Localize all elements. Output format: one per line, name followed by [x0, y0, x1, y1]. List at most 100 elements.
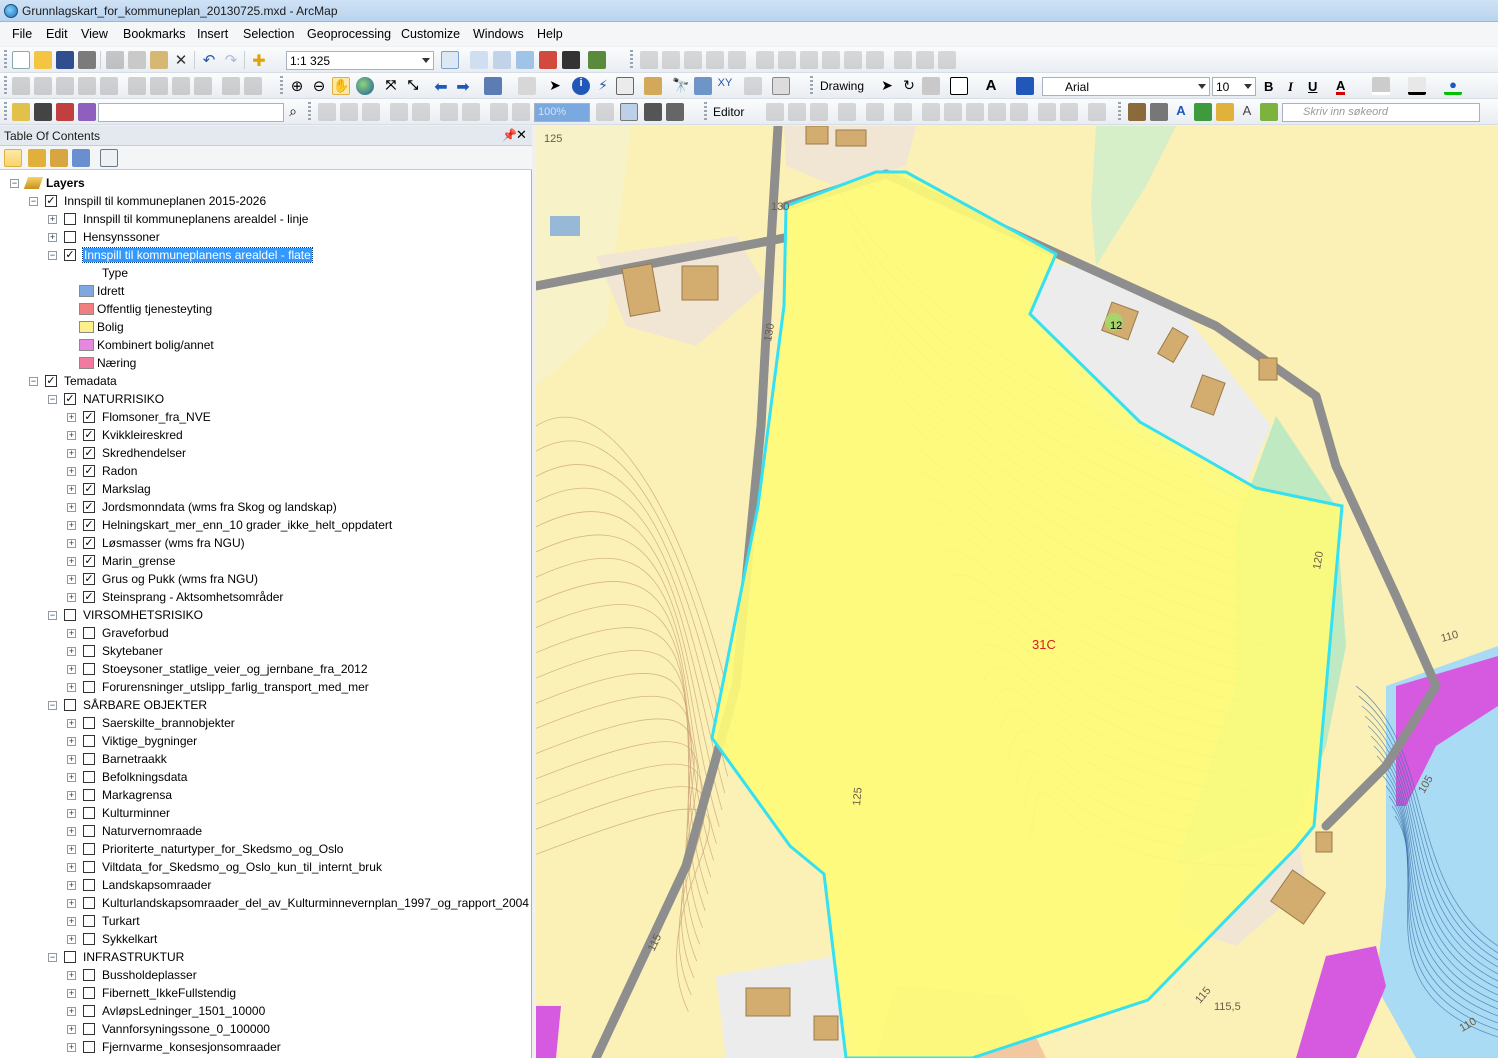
toc-layer-row[interactable]: + ✓ Kvikkleireskred	[0, 426, 520, 444]
menu-help[interactable]: Help	[537, 27, 563, 41]
edit-annotation-icon[interactable]	[788, 103, 806, 121]
toc-layer-row[interactable]: − SÅRBARE OBJEKTER	[0, 696, 520, 714]
list-by-selection-icon[interactable]	[72, 149, 90, 167]
toc-layer-row[interactable]: + Naturvernomraade	[0, 822, 520, 840]
drawing-menu-button[interactable]: Drawing	[820, 79, 864, 93]
zoom-whole-page-icon[interactable]	[390, 103, 408, 121]
toc-layer-row[interactable]: + Skytebaner	[0, 642, 520, 660]
toc-layer-row[interactable]: + ✓ Steinsprang - Aktsomhetsområder	[0, 588, 520, 606]
rotate-element-icon[interactable]: ↻	[900, 77, 918, 95]
expand-icon[interactable]: +	[67, 485, 76, 494]
close-icon[interactable]: ✕	[516, 127, 527, 143]
collapse-icon[interactable]: −	[10, 179, 19, 188]
pencil-icon[interactable]	[56, 103, 74, 121]
pin-icon[interactable]: 📌	[502, 128, 517, 142]
visibility-checkbox[interactable]	[64, 699, 76, 711]
visibility-checkbox[interactable]: ✓	[83, 519, 95, 531]
toc-layer-row[interactable]: + Fibernett_IkkeFullstendig	[0, 984, 520, 1002]
expand-icon[interactable]: +	[67, 665, 76, 674]
visibility-checkbox[interactable]: ✓	[83, 447, 95, 459]
create-features-icon[interactable]	[1060, 103, 1078, 121]
expand-icon[interactable]: +	[67, 467, 76, 476]
expand-icon[interactable]: +	[48, 233, 57, 242]
menu-insert[interactable]: Insert	[197, 27, 228, 41]
toc-layer-row[interactable]: − ✓ Innspill til kommuneplanens arealdel -…	[0, 246, 520, 264]
marker-color-icon[interactable]: ●	[1444, 77, 1462, 95]
menu-file[interactable]: File	[12, 27, 32, 41]
html-popup-icon[interactable]	[616, 77, 634, 95]
visibility-checkbox[interactable]	[83, 1023, 95, 1035]
toc-layer-row[interactable]: + Fjernvarme_konsesjonsomraader	[0, 1038, 520, 1056]
add-data-icon[interactable]: ✚	[250, 51, 268, 70]
format-icon[interactable]: A	[1238, 103, 1256, 121]
list-by-source-icon[interactable]	[28, 149, 46, 167]
layout-zoom-out-icon[interactable]	[340, 103, 358, 121]
visibility-checkbox[interactable]	[83, 861, 95, 873]
visibility-checkbox[interactable]	[83, 825, 95, 837]
edit-vertices-editor-icon[interactable]	[894, 103, 912, 121]
collapse-icon[interactable]: −	[29, 197, 38, 206]
zoom-to-selected-elements-icon[interactable]	[922, 77, 940, 95]
data-driven-pages-icon[interactable]	[666, 103, 684, 121]
smooth-icon[interactable]	[916, 51, 934, 69]
split-icon[interactable]	[706, 51, 724, 69]
edit-vertices-drawing-icon[interactable]	[1016, 77, 1034, 95]
attributes-editor-icon[interactable]	[1010, 103, 1028, 121]
text-tool-icon[interactable]: A	[1172, 103, 1190, 121]
split-tool-icon[interactable]	[966, 103, 984, 121]
visibility-checkbox[interactable]	[83, 1005, 95, 1017]
end-icon[interactable]	[194, 77, 212, 95]
menu-geoprocessing[interactable]: Geoprocessing	[307, 27, 391, 41]
generalize-icon[interactable]	[894, 51, 912, 69]
modelbuilder-icon[interactable]	[588, 51, 606, 69]
toc-layer-row[interactable]: + Markagrensa	[0, 786, 520, 804]
legend-item[interactable]: Næring	[0, 354, 520, 372]
expand-icon[interactable]: +	[67, 557, 76, 566]
expand-icon[interactable]: +	[67, 503, 76, 512]
visibility-checkbox[interactable]	[64, 231, 76, 243]
toc-layer-row[interactable]: + Hensynssoner	[0, 228, 520, 246]
visibility-checkbox[interactable]	[83, 735, 95, 747]
search-keyword-field[interactable]: Skriv inn søkeord	[1282, 103, 1480, 122]
zoom-100-icon[interactable]	[412, 103, 430, 121]
toc-layer-row[interactable]: + Viktige_bygninger	[0, 732, 520, 750]
sketch-props-icon[interactable]	[1038, 103, 1056, 121]
geodatabase-icon[interactable]	[34, 103, 52, 121]
arctoolbox-icon[interactable]	[539, 51, 557, 69]
cut-polygon-icon[interactable]	[684, 51, 702, 69]
collapse-icon[interactable]: −	[29, 377, 38, 386]
cut-icon[interactable]	[106, 51, 124, 69]
expand-icon[interactable]: +	[67, 863, 76, 872]
layout-zoom-combo[interactable]: 100%	[534, 103, 590, 122]
visibility-checkbox[interactable]: ✓	[83, 537, 95, 549]
toc-layer-row[interactable]: + ✓ Grus og Pukk (wms fra NGU)	[0, 570, 520, 588]
visibility-checkbox[interactable]	[83, 771, 95, 783]
font-size-combo[interactable]: 10	[1212, 77, 1256, 96]
rotate-tool-icon[interactable]	[988, 103, 1006, 121]
select-elements-arrow-icon[interactable]: ➤	[546, 77, 564, 95]
visibility-checkbox[interactable]	[83, 717, 95, 729]
expand-icon[interactable]: +	[67, 917, 76, 926]
visibility-checkbox[interactable]	[83, 915, 95, 927]
go-to-xy-icon[interactable]: XY	[716, 77, 734, 95]
error-inspector-icon[interactable]	[866, 51, 884, 69]
visibility-checkbox[interactable]	[83, 789, 95, 801]
expand-icon[interactable]: +	[67, 521, 76, 530]
toc-layer-row[interactable]: − ✓ Innspill til kommuneplanen 2015-2026	[0, 192, 520, 210]
delete-icon[interactable]: ✕	[172, 51, 190, 69]
visibility-checkbox[interactable]	[64, 951, 76, 963]
visibility-checkbox[interactable]	[83, 897, 95, 909]
edit-vertices-icon[interactable]	[640, 51, 658, 69]
expand-icon[interactable]: +	[67, 899, 76, 908]
toc-layer-row[interactable]: + AvløpsLedninger_1501_10000	[0, 1002, 520, 1020]
print-icon[interactable]	[78, 51, 96, 69]
toc-layer-row[interactable]: + Bussholdeplasser	[0, 966, 520, 984]
change-layout-icon[interactable]	[644, 103, 662, 121]
expand-icon[interactable]: +	[67, 737, 76, 746]
visibility-checkbox[interactable]: ✓	[83, 483, 95, 495]
expand-icon[interactable]: +	[67, 773, 76, 782]
expand-icon[interactable]: +	[67, 629, 76, 638]
toc-layer-row[interactable]: + Kulturminner	[0, 804, 520, 822]
toc-layer-row[interactable]: + Innspill til kommuneplanens arealdel - …	[0, 210, 520, 228]
toc-layer-row[interactable]: + ✓ Markslag	[0, 480, 520, 498]
